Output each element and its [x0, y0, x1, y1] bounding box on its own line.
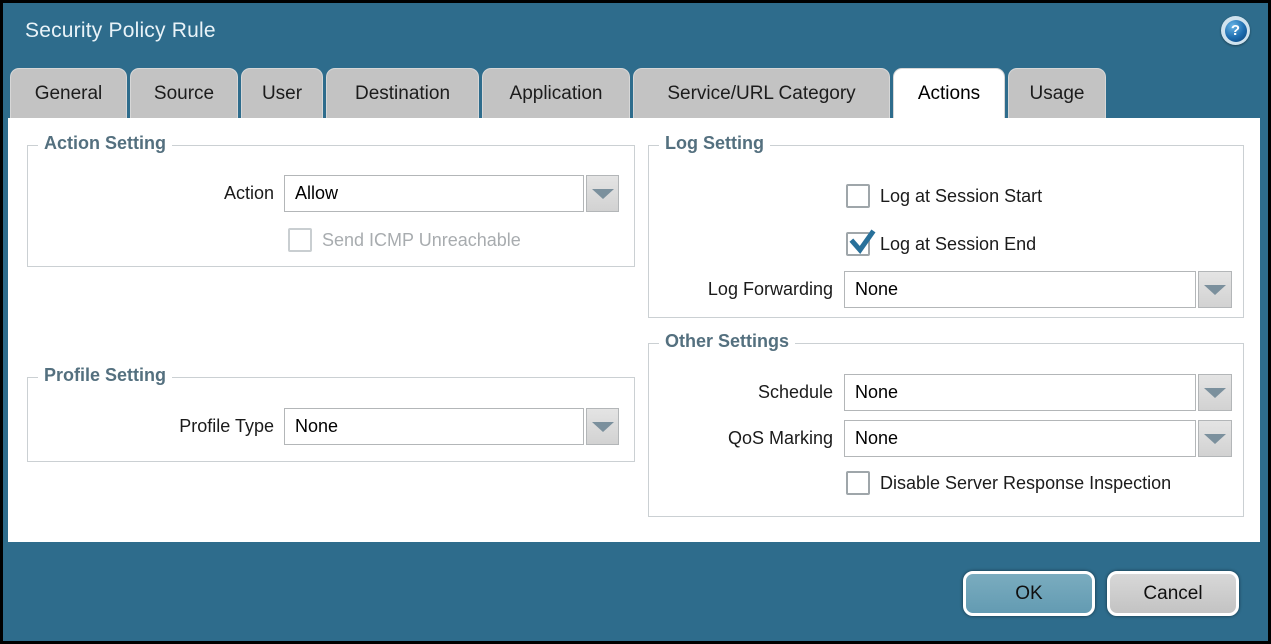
profile-type-dropdown-button[interactable] [586, 408, 619, 445]
checkmark-icon [847, 227, 877, 257]
action-dropdown[interactable]: Allow [284, 175, 584, 212]
tab-application[interactable]: Application [482, 68, 630, 118]
log-setting-group: Log Setting Log at Session Start Log at … [648, 145, 1244, 318]
qos-marking-value: None [855, 428, 898, 448]
tab-actions[interactable]: Actions [893, 68, 1005, 118]
profile-type-value: None [295, 416, 338, 436]
action-setting-legend: Action Setting [38, 133, 172, 154]
profile-setting-group: Profile Setting Profile Type None [27, 377, 635, 462]
log-forwarding-value: None [855, 279, 898, 299]
disable-server-response-inspection-label: Disable Server Response Inspection [880, 471, 1171, 495]
chevron-down-icon [1204, 388, 1226, 398]
qos-marking-dropdown[interactable]: None [844, 420, 1196, 457]
tab-label: Source [154, 83, 214, 105]
tab-label: General [35, 83, 103, 105]
help-icon: ? [1225, 20, 1247, 42]
action-dropdown-button[interactable] [586, 175, 619, 212]
schedule-value: None [855, 382, 898, 402]
dialog-title: Security Policy Rule [25, 19, 216, 43]
qos-marking-dropdown-button[interactable] [1198, 420, 1232, 457]
disable-server-response-inspection-checkbox[interactable] [846, 471, 870, 495]
profile-setting-legend: Profile Setting [38, 365, 172, 386]
tab-user[interactable]: User [241, 68, 323, 118]
tab-general[interactable]: General [10, 68, 127, 118]
tab-bar: General Source User Destination Applicat… [10, 68, 1109, 118]
log-at-session-end-label: Log at Session End [880, 232, 1036, 256]
log-forwarding-dropdown[interactable]: None [844, 271, 1196, 308]
tab-label: Destination [355, 83, 450, 105]
tab-label: User [262, 83, 302, 105]
log-forwarding-dropdown-button[interactable] [1198, 271, 1232, 308]
security-policy-rule-dialog: Security Policy Rule ? General Source Us… [0, 0, 1271, 644]
tab-label: Application [510, 83, 603, 105]
tab-label: Service/URL Category [667, 83, 855, 105]
log-forwarding-label: Log Forwarding [649, 271, 833, 308]
schedule-label: Schedule [649, 374, 833, 411]
ok-button[interactable]: OK [963, 571, 1095, 616]
send-icmp-unreachable-label: Send ICMP Unreachable [322, 228, 521, 252]
other-settings-group: Other Settings Schedule None QoS Marking… [648, 343, 1244, 517]
log-at-session-start-checkbox[interactable] [846, 184, 870, 208]
other-settings-legend: Other Settings [659, 331, 795, 352]
schedule-dropdown[interactable]: None [844, 374, 1196, 411]
action-label: Action [28, 175, 274, 212]
tab-label: Actions [918, 83, 980, 105]
chevron-down-icon [592, 422, 614, 432]
tab-label: Usage [1030, 83, 1085, 105]
tab-usage[interactable]: Usage [1008, 68, 1106, 118]
tab-destination[interactable]: Destination [326, 68, 479, 118]
log-setting-legend: Log Setting [659, 133, 770, 154]
profile-type-dropdown[interactable]: None [284, 408, 584, 445]
log-at-session-start-label: Log at Session Start [880, 184, 1042, 208]
chevron-down-icon [1204, 434, 1226, 444]
action-value: Allow [295, 183, 338, 203]
send-icmp-unreachable-checkbox [288, 228, 312, 252]
tab-service-url-category[interactable]: Service/URL Category [633, 68, 890, 118]
profile-type-label: Profile Type [28, 408, 274, 445]
qos-marking-label: QoS Marking [649, 420, 833, 457]
log-at-session-end-checkbox[interactable] [846, 232, 870, 256]
schedule-dropdown-button[interactable] [1198, 374, 1232, 411]
tab-source[interactable]: Source [130, 68, 238, 118]
chevron-down-icon [1204, 285, 1226, 295]
actions-tab-panel: Action Setting Action Allow Send ICMP Un… [8, 118, 1260, 542]
help-button[interactable]: ? [1221, 16, 1250, 45]
chevron-down-icon [592, 189, 614, 199]
cancel-button[interactable]: Cancel [1107, 571, 1239, 616]
action-setting-group: Action Setting Action Allow Send ICMP Un… [27, 145, 635, 267]
